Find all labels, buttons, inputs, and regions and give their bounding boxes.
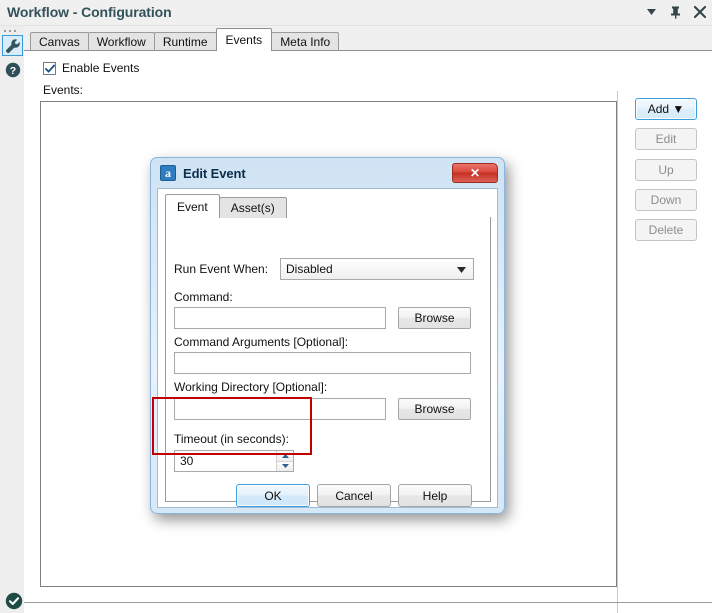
run-event-when-label: Run Event When: [174,262,269,276]
command-input[interactable] [174,307,386,329]
page-title: Workflow - Configuration [7,4,172,20]
chevron-down-icon [457,262,466,276]
ok-button[interactable]: OK [236,484,310,507]
timeout-label: Timeout (in seconds): [174,432,289,446]
wrench-icon[interactable] [2,35,23,56]
dialog-tab-asset-s[interactable]: Asset(s) [218,197,287,218]
cancel-button[interactable]: Cancel [317,484,391,507]
events-list-label: Events: [43,83,84,97]
working-directory-label: Working Directory [Optional]: [174,380,328,394]
dialog-tab-list: Event Asset(s) [165,194,287,218]
edit-event-dialog: a Edit Event ✕ Event Asset(s) Run Event W… [150,157,505,514]
stepper-up-icon[interactable] [277,451,293,462]
dialog-title-bar: a Edit Event [160,165,246,181]
tab-meta-info[interactable]: Meta Info [271,32,340,51]
pin-icon[interactable] [668,3,683,21]
svg-text:?: ? [9,65,15,77]
events-action-buttons: Add ▼ Edit Up Down Delete [635,98,697,249]
panel-vertical-divider [617,91,618,613]
caret-down-icon[interactable] [644,3,659,21]
working-directory-input[interactable] [174,398,386,420]
tab-list: Canvas Workflow Runtime Events Meta Info [30,28,340,51]
edit-button: Edit [635,128,697,150]
tab-canvas[interactable]: Canvas [30,32,89,51]
command-browse-button[interactable]: Browse [398,307,471,329]
down-button: Down [635,189,697,211]
timeout-stepper[interactable]: 30 [174,450,294,472]
dialog-title: Edit Event [183,165,246,181]
drag-handle-dots-icon[interactable] [4,28,20,34]
help-button[interactable]: Help [398,484,472,507]
add-button[interactable]: Add ▼ [635,98,697,120]
command-label: Command: [174,290,233,304]
tab-runtime[interactable]: Runtime [153,32,217,51]
question-circle-icon[interactable]: ? [2,59,23,80]
check-circle-icon[interactable] [3,590,24,611]
command-arguments-input[interactable] [174,352,471,374]
enable-events-label: Enable Events [62,61,140,75]
stepper-buttons [276,451,293,471]
close-icon[interactable] [692,3,707,21]
app-logo-icon: a [160,165,176,181]
window-title-bar: Workflow - Configuration [0,0,712,26]
enable-events-checkbox[interactable]: Enable Events [43,61,139,75]
checkbox-box[interactable] [43,61,56,75]
working-directory-browse-button[interactable]: Browse [398,398,471,420]
timeout-value: 30 [180,454,194,468]
dialog-body: Event Asset(s) Run Event When: Disabled C… [157,188,498,508]
up-button: Up [635,159,697,181]
panel-bottom-divider [24,602,712,603]
run-event-when-value: Disabled [286,262,333,276]
configuration-window: Workflow - Configuration ? Canvas Workfl… [0,0,712,613]
run-event-when-select[interactable]: Disabled [280,258,474,280]
window-controls [644,3,707,21]
configuration-tabs: Canvas Workflow Runtime Events Meta Info [24,26,712,51]
checkmark-icon [45,63,55,73]
command-arguments-label: Command Arguments [Optional]: [174,335,349,349]
tab-events[interactable]: Events [215,28,273,51]
delete-button: Delete [635,219,697,241]
tab-workflow[interactable]: Workflow [87,32,155,51]
stepper-down-icon[interactable] [277,461,293,471]
left-icon-rail: ? [0,26,24,613]
dialog-close-button[interactable]: ✕ [452,163,498,183]
dialog-tab-event[interactable]: Event [165,194,220,218]
